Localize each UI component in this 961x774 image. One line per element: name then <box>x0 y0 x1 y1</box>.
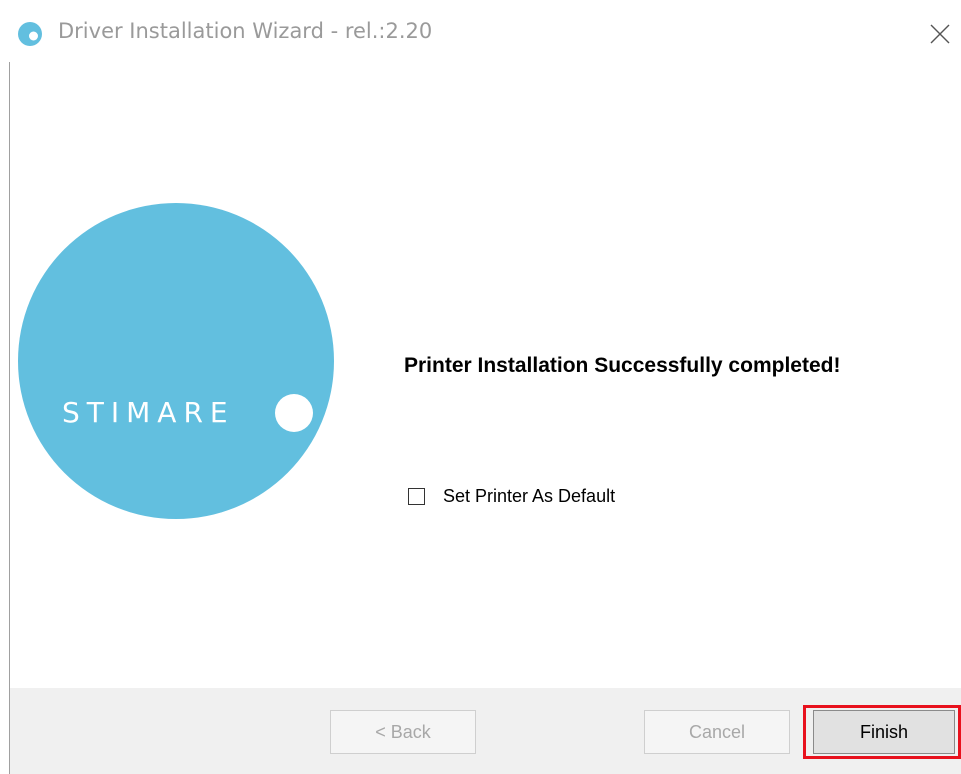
logo-dot <box>275 394 313 432</box>
logo-circle <box>18 203 334 519</box>
app-circle-icon <box>18 22 42 46</box>
cancel-button[interactable]: Cancel <box>644 710 790 754</box>
window-title: Driver Installation Wizard - rel.:2.20 <box>58 19 433 43</box>
set-default-printer-option[interactable]: Set Printer As Default <box>408 486 615 507</box>
stimare-logo: STIMARE <box>18 203 334 519</box>
close-button[interactable] <box>920 14 956 50</box>
window-left-border <box>9 62 10 774</box>
logo-text: STIMARE <box>62 396 235 429</box>
title-bar: Driver Installation Wizard - rel.:2.20 <box>0 0 961 62</box>
finish-button[interactable]: Finish <box>813 710 955 754</box>
set-default-checkbox[interactable] <box>408 488 425 505</box>
back-button[interactable]: < Back <box>330 710 476 754</box>
completion-message: Printer Installation Successfully comple… <box>404 354 841 377</box>
close-icon <box>930 24 950 44</box>
installer-window: Driver Installation Wizard - rel.:2.20 S… <box>0 0 961 774</box>
button-bar: < Back Cancel Finish <box>10 688 961 774</box>
set-default-label[interactable]: Set Printer As Default <box>443 486 615 507</box>
